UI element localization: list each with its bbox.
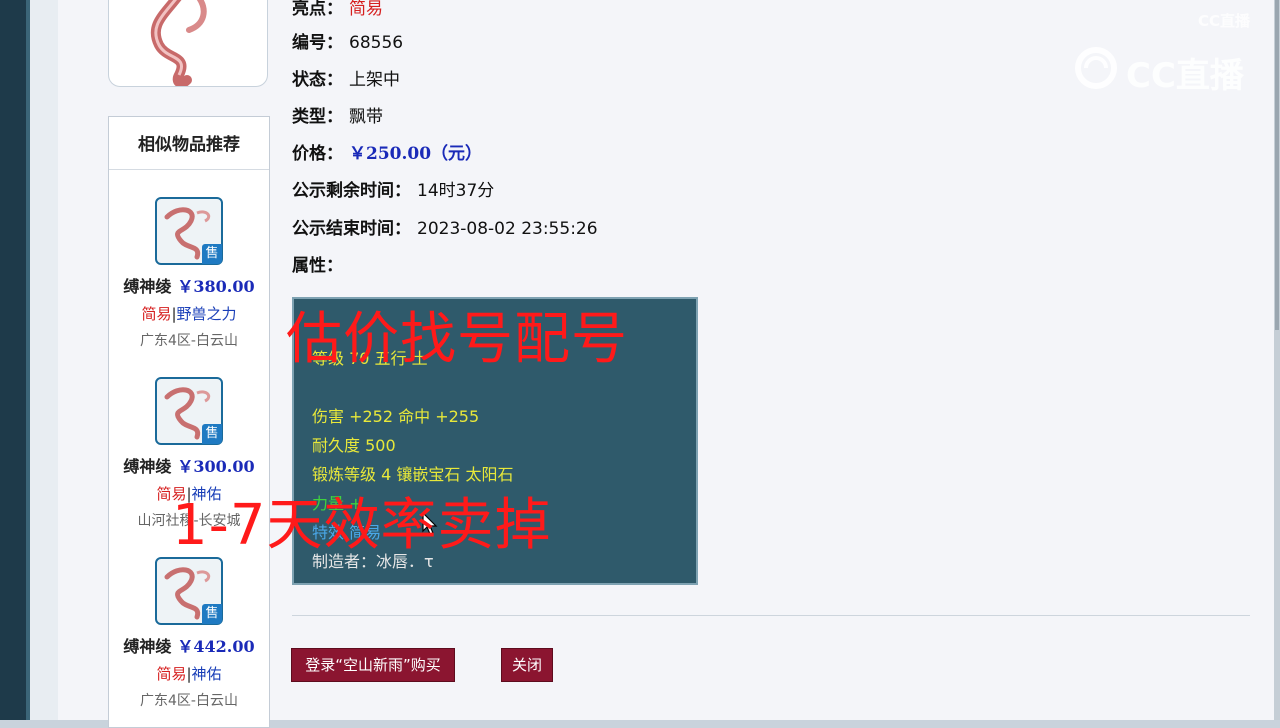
recommend-item[interactable]: 售 缚神绫 ￥380.00 简易|野兽之力 广东4区-白云山: [109, 197, 269, 350]
sale-badge: 售: [202, 604, 222, 624]
recommend-item[interactable]: 售 缚神绫 ￥442.00 简易|神佑 广东4区-白云山: [109, 557, 269, 710]
price-value: ￥250.00（元）: [349, 144, 483, 164]
attr-damage: 伤害 +252 命中 +255: [312, 407, 480, 426]
item-server: 广东4区-白云山: [140, 333, 238, 349]
remaining-time-value: 14时37分: [417, 181, 495, 201]
item-server: 广东4区-白云山: [140, 693, 238, 709]
close-button[interactable]: 关闭: [501, 648, 553, 682]
info-attributes: 属性：: [292, 256, 343, 276]
info-end-time: 公示结束时间： 2023-08-02 23:55:26: [292, 219, 598, 239]
item-attribute: 野兽之力: [176, 305, 237, 323]
item-price: ￥300.00: [177, 457, 255, 476]
end-time-value: 2023-08-02 23:55:26: [417, 219, 598, 239]
login-buy-button[interactable]: 登录“空山新雨”购买: [291, 648, 455, 682]
info-price: 价格： ￥250.00（元）: [292, 144, 483, 164]
cc-watermark-text: CC直播: [1126, 56, 1244, 96]
similar-items-panel: 相似物品推荐 售 缚神绫 ￥380.00 简易|野兽之力 广东4区-白云山 售 缚…: [108, 116, 270, 728]
item-image: [108, 0, 268, 87]
cc-live-watermark-small: CC直播: [1198, 12, 1251, 30]
info-highlight: 亮点： 简易: [292, 0, 383, 19]
info-type: 类型： 飘带: [292, 107, 383, 127]
ribbon-icon[interactable]: 售: [155, 377, 223, 445]
ribbon-icon[interactable]: 售: [155, 197, 223, 265]
item-tag: 简易: [156, 665, 187, 683]
ribbon-icon[interactable]: 售: [155, 557, 223, 625]
item-name[interactable]: 缚神绫: [123, 277, 171, 296]
highlight-value: 简易: [349, 0, 383, 19]
item-attribute: 神佑: [191, 665, 222, 683]
cc-logo-icon: [1075, 47, 1117, 89]
ribbon-item-icon: [150, 0, 207, 86]
status-value: 上架中: [349, 70, 400, 90]
item-price: ￥442.00: [177, 637, 255, 656]
divider: [292, 615, 1250, 616]
item-name[interactable]: 缚神绫: [123, 637, 171, 656]
type-value: 飘带: [349, 107, 383, 127]
page-scrollbar[interactable]: [1274, 0, 1280, 720]
sale-badge: 售: [202, 244, 222, 264]
sale-badge: 售: [202, 424, 222, 444]
left-scrollbar[interactable]: [30, 0, 59, 720]
item-tag: 简易: [141, 305, 172, 323]
panel-title: 相似物品推荐: [109, 117, 269, 170]
info-remaining-time: 公示剩余时间： 14时37分: [292, 181, 495, 201]
info-number: 编号： 68556: [292, 33, 404, 53]
item-price: ￥380.00: [177, 277, 255, 296]
scrollbar-thumb[interactable]: [1275, 0, 1279, 330]
overlay-text-line2: 1-7天效率卖掉: [172, 493, 552, 558]
overlay-text-line1: 估价找号配号: [286, 307, 628, 372]
cc-live-watermark: CC直播: [1072, 44, 1244, 96]
info-status: 状态： 上架中: [292, 70, 400, 90]
left-window-frame: [0, 0, 30, 720]
attr-durability: 耐久度 500: [312, 436, 396, 455]
item-name[interactable]: 缚神绫: [123, 457, 171, 476]
number-value: 68556: [349, 33, 404, 53]
